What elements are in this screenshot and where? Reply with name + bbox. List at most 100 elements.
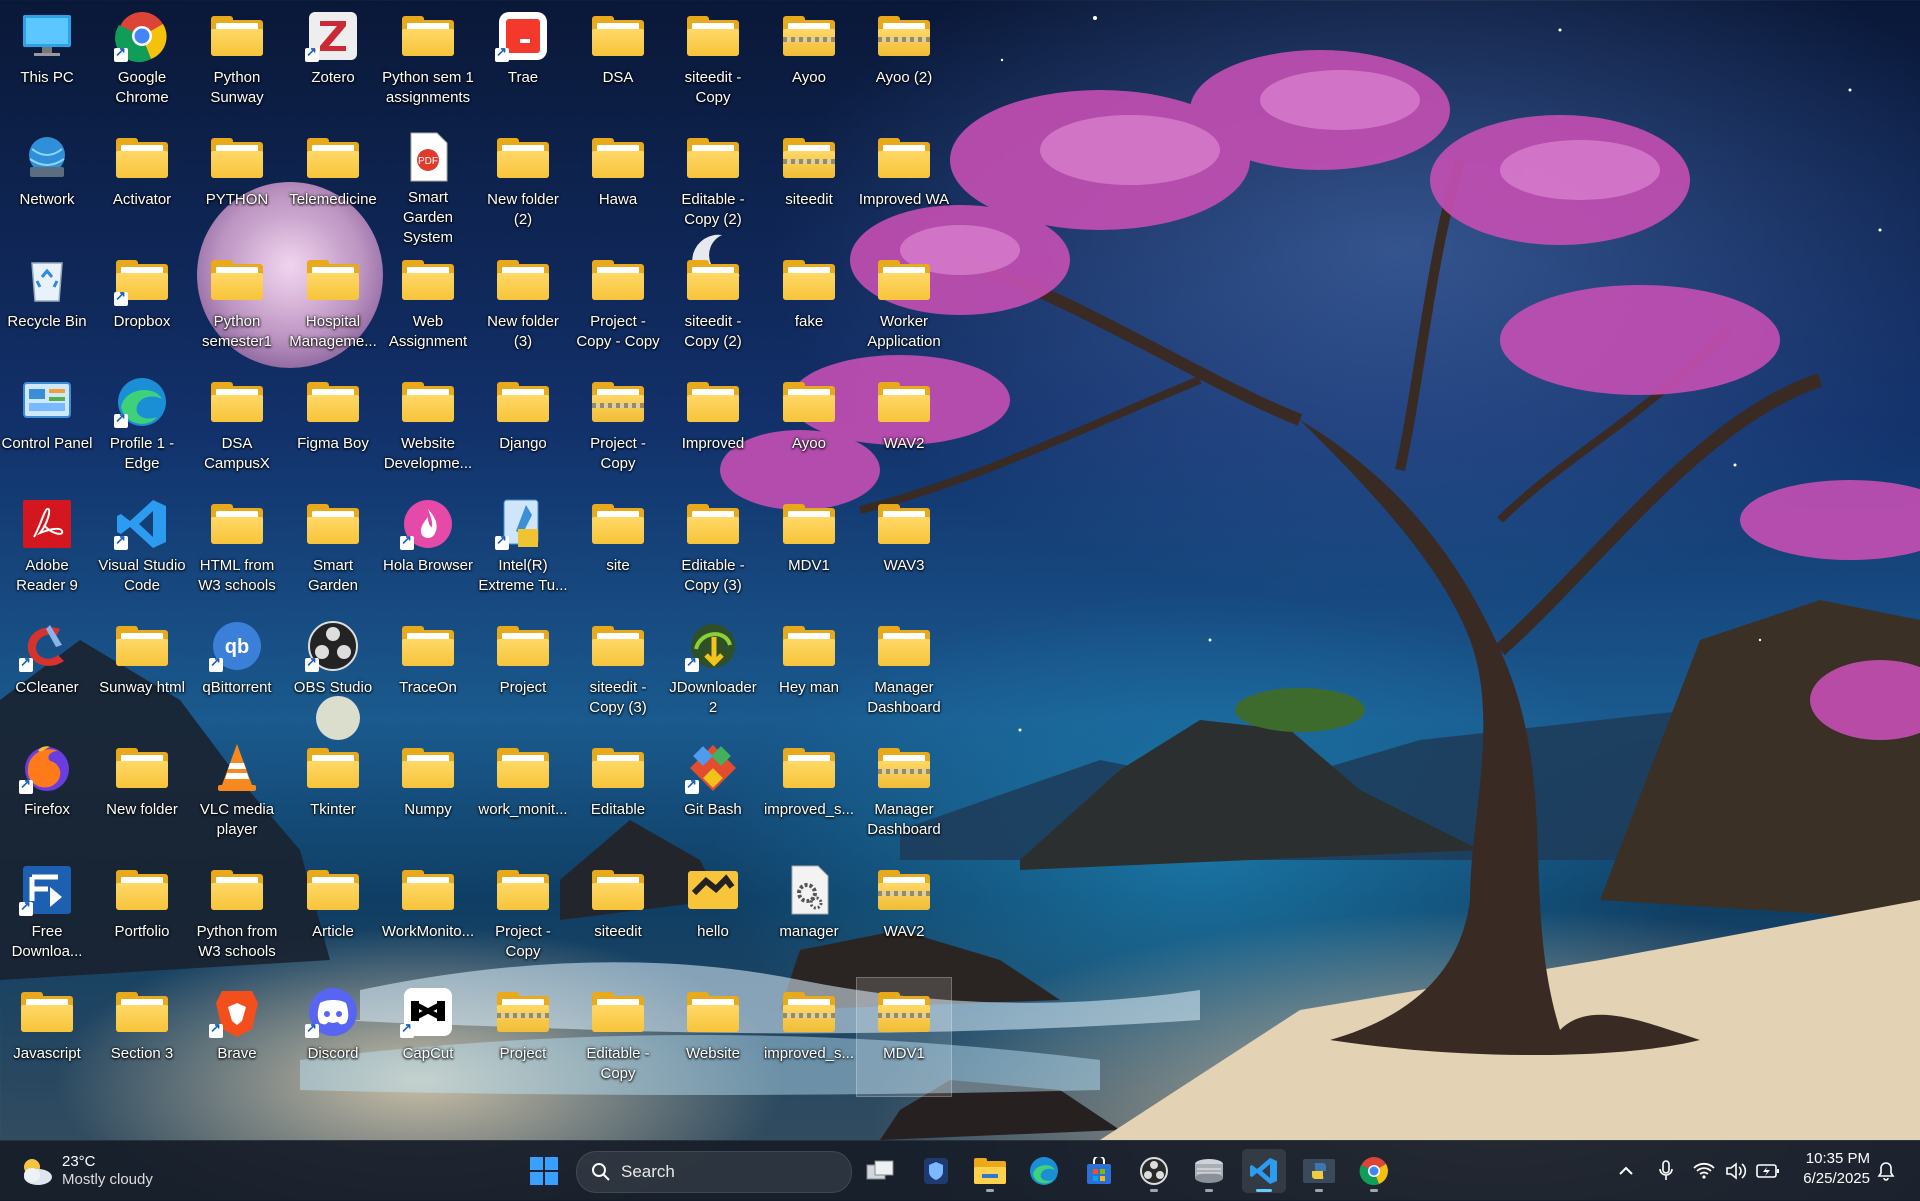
desktop-icon[interactable]: Visual Studio Code bbox=[95, 490, 189, 608]
taskbar-file-explorer[interactable] bbox=[968, 1149, 1012, 1193]
desktop-icon[interactable]: Network bbox=[0, 124, 94, 242]
desktop[interactable]: This PC Google Chrome Python Sunway Zotero P… bbox=[0, 0, 1920, 1140]
desktop-icon[interactable]: Google Chrome bbox=[95, 2, 189, 120]
desktop-icon[interactable]: Portfolio bbox=[95, 856, 189, 974]
desktop-icon[interactable]: Python from W3 schools bbox=[190, 856, 284, 974]
desktop-icon[interactable]: Python sem 1 assignments bbox=[381, 2, 475, 120]
start-button[interactable] bbox=[522, 1149, 566, 1193]
desktop-icon[interactable]: Article bbox=[286, 856, 380, 974]
desktop-icon[interactable]: TraceOn bbox=[381, 612, 475, 730]
desktop-icon[interactable]: Intel(R) Extreme Tu... bbox=[476, 490, 570, 608]
desktop-icon[interactable]: Web Assignment bbox=[381, 246, 475, 364]
taskbar-python[interactable] bbox=[1297, 1149, 1341, 1193]
desktop-icon[interactable]: fake bbox=[762, 246, 856, 364]
desktop-icon[interactable]: Project - Copy - Copy bbox=[571, 246, 665, 364]
desktop-icon[interactable]: Editable - Copy (2) bbox=[666, 124, 760, 242]
desktop-icon[interactable]: Hospital Manageme... bbox=[286, 246, 380, 364]
desktop-icon[interactable]: Firefox bbox=[0, 734, 94, 852]
desktop-icon[interactable]: siteedit - Copy (3) bbox=[571, 612, 665, 730]
desktop-icon[interactable]: Control Panel bbox=[0, 368, 94, 486]
desktop-icon[interactable]: Ayoo bbox=[762, 368, 856, 486]
taskbar-edge[interactable] bbox=[1022, 1149, 1066, 1193]
desktop-icon[interactable]: MDV1 bbox=[762, 490, 856, 608]
desktop-icon[interactable]: WAV3 bbox=[857, 490, 951, 608]
desktop-icon[interactable]: WAV2 bbox=[857, 368, 951, 486]
desktop-icon[interactable]: PYTHON bbox=[190, 124, 284, 242]
desktop-icon[interactable]: JDownloader 2 bbox=[666, 612, 760, 730]
desktop-icon[interactable]: Javascript bbox=[0, 978, 94, 1096]
desktop-icon[interactable]: New folder (2) bbox=[476, 124, 570, 242]
network-button[interactable] bbox=[1690, 1155, 1718, 1187]
desktop-icon[interactable]: Manager Dashboard bbox=[857, 734, 951, 852]
taskbar-chrome[interactable] bbox=[1352, 1149, 1396, 1193]
taskbar-disk-app[interactable] bbox=[1187, 1149, 1231, 1193]
desktop-icon[interactable]: DSA CampusX bbox=[190, 368, 284, 486]
desktop-icon[interactable]: siteedit - Copy bbox=[666, 2, 760, 120]
desktop-icon[interactable]: work_monit... bbox=[476, 734, 570, 852]
desktop-icon[interactable]: Trae bbox=[476, 2, 570, 120]
desktop-icon[interactable]: Editable bbox=[571, 734, 665, 852]
desktop-icon[interactable]: siteedit bbox=[762, 124, 856, 242]
desktop-icon[interactable]: MDV1 bbox=[856, 977, 952, 1097]
desktop-icon[interactable]: Discord bbox=[286, 978, 380, 1096]
desktop-icon[interactable]: CCleaner bbox=[0, 612, 94, 730]
desktop-icon[interactable]: site bbox=[571, 490, 665, 608]
volume-button[interactable] bbox=[1722, 1155, 1750, 1187]
show-hidden-icons-button[interactable] bbox=[1612, 1155, 1640, 1187]
desktop-icon[interactable]: Activator bbox=[95, 124, 189, 242]
desktop-icon[interactable]: siteedit - Copy (2) bbox=[666, 246, 760, 364]
taskbar-vscode[interactable] bbox=[1242, 1149, 1286, 1193]
desktop-icon[interactable]: Improved bbox=[666, 368, 760, 486]
desktop-icon[interactable]: Editable - Copy (3) bbox=[666, 490, 760, 608]
desktop-icon[interactable]: Ayoo (2) bbox=[857, 2, 951, 120]
desktop-icon[interactable]: Recycle Bin bbox=[0, 246, 94, 364]
desktop-icon[interactable]: Project bbox=[476, 612, 570, 730]
desktop-icon[interactable]: Editable - Copy bbox=[571, 978, 665, 1096]
desktop-icon[interactable]: Project bbox=[476, 978, 570, 1096]
desktop-icon[interactable]: Ayoo bbox=[762, 2, 856, 120]
desktop-icon[interactable]: PDF Smart Garden System bbox=[381, 124, 475, 246]
desktop-icon[interactable]: OBS Studio bbox=[286, 612, 380, 730]
clock[interactable]: 10:35 PM 6/25/2025 bbox=[1790, 1149, 1870, 1189]
desktop-icon[interactable]: Brave bbox=[190, 978, 284, 1096]
desktop-icon[interactable]: Figma Boy bbox=[286, 368, 380, 486]
task-view-button[interactable] bbox=[858, 1149, 902, 1193]
desktop-icon[interactable]: Hola Browser bbox=[381, 490, 475, 608]
desktop-icon[interactable]: CapCut bbox=[381, 978, 475, 1096]
desktop-icon[interactable]: Telemedicine bbox=[286, 124, 380, 242]
desktop-icon[interactable]: Worker Application bbox=[857, 246, 951, 364]
desktop-icon[interactable]: qb qBittorrent bbox=[190, 612, 284, 730]
desktop-icon[interactable]: improved_s... bbox=[762, 734, 856, 852]
desktop-icon[interactable]: Tkinter bbox=[286, 734, 380, 852]
desktop-icon[interactable]: Project - Copy bbox=[571, 368, 665, 486]
desktop-icon[interactable]: Numpy bbox=[381, 734, 475, 852]
taskbar-obs[interactable] bbox=[1132, 1149, 1176, 1193]
desktop-icon[interactable]: Website Developme... bbox=[381, 368, 475, 486]
desktop-icon[interactable]: Dropbox bbox=[95, 246, 189, 364]
taskbar-shield-app[interactable] bbox=[914, 1149, 958, 1193]
notifications-button[interactable] bbox=[1872, 1155, 1900, 1187]
desktop-icon[interactable]: manager bbox=[762, 856, 856, 974]
desktop-icon[interactable]: New folder (3) bbox=[476, 246, 570, 364]
desktop-icon[interactable]: HTML from W3 schools bbox=[190, 490, 284, 608]
desktop-icon[interactable]: Adobe Reader 9 bbox=[0, 490, 94, 608]
desktop-icon[interactable]: Git Bash bbox=[666, 734, 760, 852]
desktop-icon[interactable]: Python semester1 bbox=[190, 246, 284, 364]
microphone-button[interactable] bbox=[1652, 1155, 1680, 1187]
desktop-icon[interactable]: VLC media player bbox=[190, 734, 284, 852]
desktop-icon[interactable]: Free Downloa... bbox=[0, 856, 94, 974]
desktop-icon[interactable]: siteedit bbox=[571, 856, 665, 974]
desktop-icon[interactable]: improved_s... bbox=[762, 978, 856, 1096]
taskbar-store[interactable] bbox=[1077, 1149, 1121, 1193]
desktop-icon[interactable]: Hey man bbox=[762, 612, 856, 730]
desktop-icon[interactable]: Python Sunway bbox=[190, 2, 284, 120]
weather-widget[interactable]: 23°C Mostly cloudy bbox=[18, 1149, 168, 1193]
desktop-icon[interactable]: Profile 1 - Edge bbox=[95, 368, 189, 486]
desktop-icon[interactable]: Hawa bbox=[571, 124, 665, 242]
battery-button[interactable] bbox=[1754, 1155, 1782, 1187]
desktop-icon[interactable]: Smart Garden bbox=[286, 490, 380, 608]
desktop-icon[interactable]: Manager Dashboard bbox=[857, 612, 951, 730]
search-box[interactable]: Search bbox=[576, 1151, 852, 1193]
desktop-icon[interactable]: Website bbox=[666, 978, 760, 1096]
desktop-icon[interactable]: WorkMonito... bbox=[381, 856, 475, 974]
